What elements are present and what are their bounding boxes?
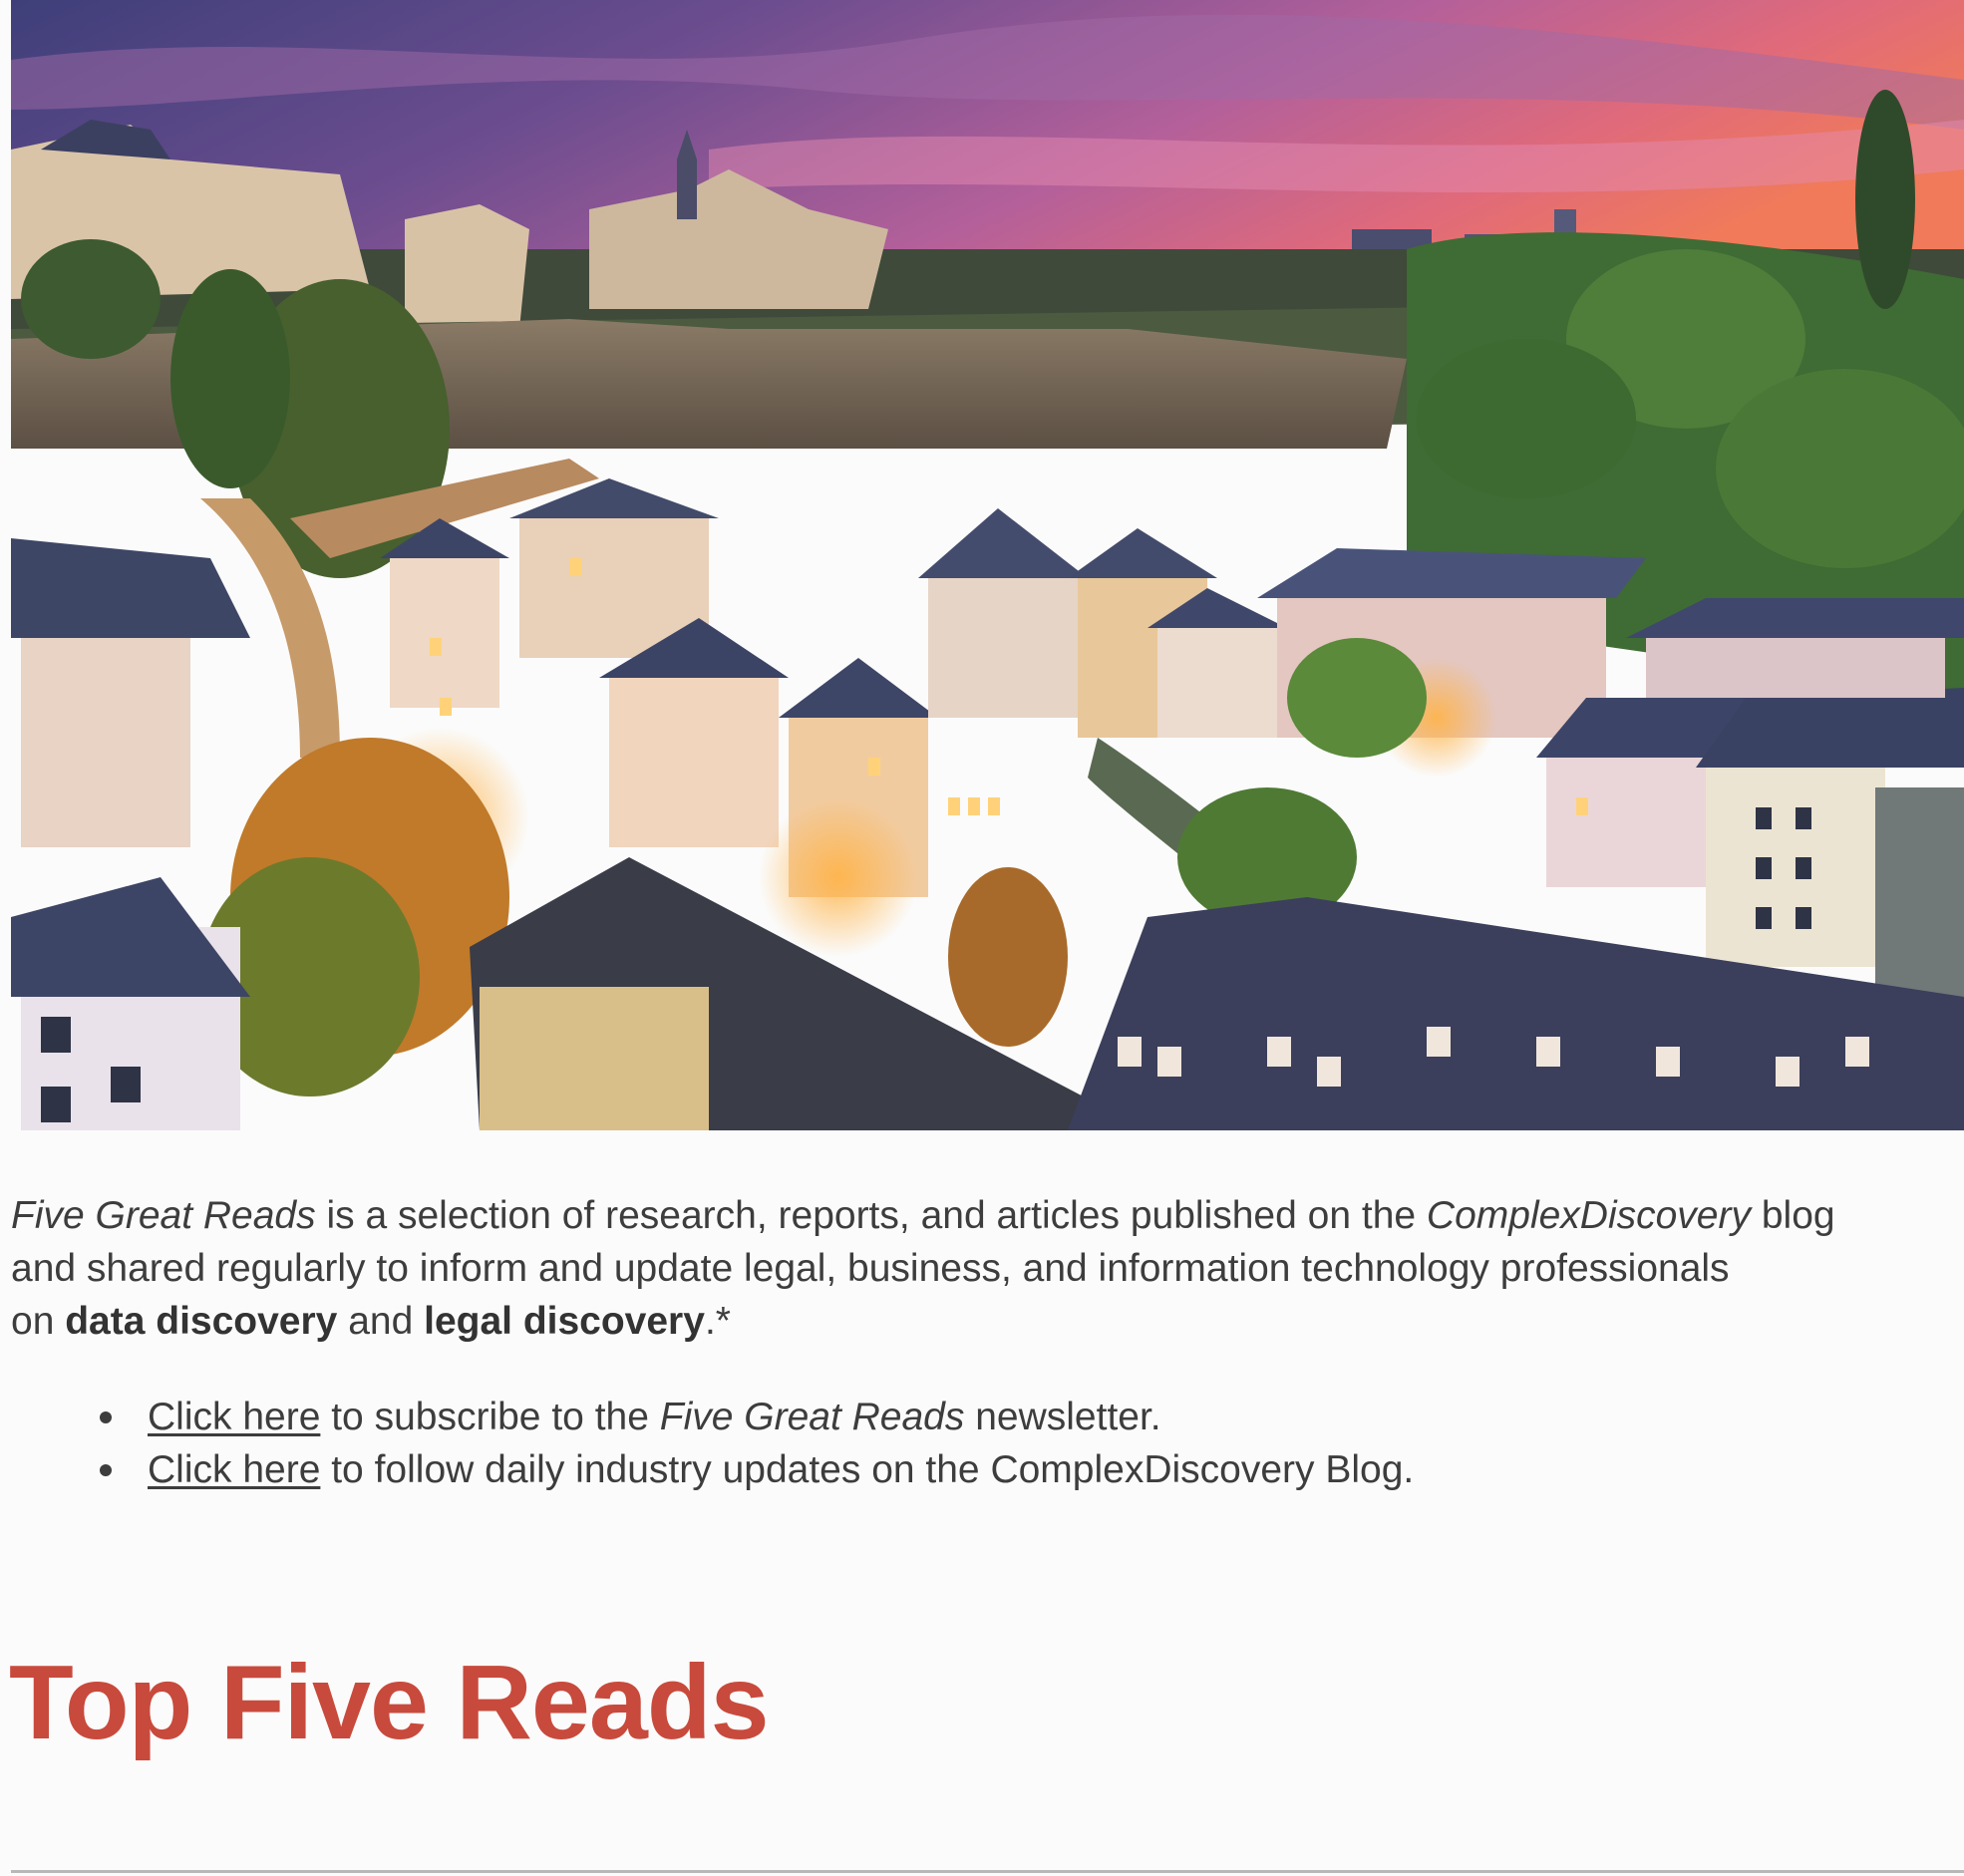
section-divider — [11, 1870, 1964, 1873]
intro-text-line2: and shared regularly to inform and updat… — [11, 1247, 1730, 1290]
intro-text-line3-suffix: .* — [704, 1300, 731, 1343]
hero-photo-illustration — [11, 0, 1964, 1130]
intro-text-line3-mid: and — [337, 1300, 425, 1343]
intro-bold-data-discovery: data discovery — [65, 1300, 338, 1343]
intro-bold-legal-discovery: legal discovery — [424, 1300, 705, 1343]
subscribe-link[interactable]: Click here — [148, 1396, 320, 1438]
bullet-icon — [100, 1411, 112, 1423]
subscribe-text-1: to subscribe to the — [320, 1396, 660, 1438]
list-item-follow-blog: Click here to follow daily industry upda… — [0, 1443, 1414, 1496]
intro-paragraph: Five Great Reads is a selection of resea… — [11, 1189, 1960, 1348]
hero-image — [11, 0, 1964, 1130]
newsletter-page: Five Great Reads is a selection of resea… — [0, 0, 1964, 1876]
list-item-subscribe: Click here to subscribe to the Five Grea… — [0, 1391, 1414, 1443]
intro-text-1: is a selection of research, reports, and… — [315, 1194, 1427, 1237]
intro-newsletter-name: Five Great Reads — [11, 1194, 316, 1237]
intro-text-2: blog — [1751, 1194, 1835, 1237]
follow-blog-link[interactable]: Click here — [148, 1448, 320, 1491]
follow-blog-text: to follow daily industry updates on the … — [320, 1448, 1415, 1491]
bullet-icon — [100, 1464, 112, 1476]
intro-text-line3-prefix: on — [11, 1300, 66, 1343]
subscribe-newsletter-name: Five Great Reads — [659, 1396, 965, 1438]
intro-blog-name: ComplexDiscovery — [1426, 1194, 1751, 1237]
subscribe-text-2: newsletter. — [964, 1396, 1161, 1438]
section-heading: Top Five Reads — [9, 1644, 770, 1761]
links-list: Click here to subscribe to the Five Grea… — [0, 1391, 1414, 1496]
